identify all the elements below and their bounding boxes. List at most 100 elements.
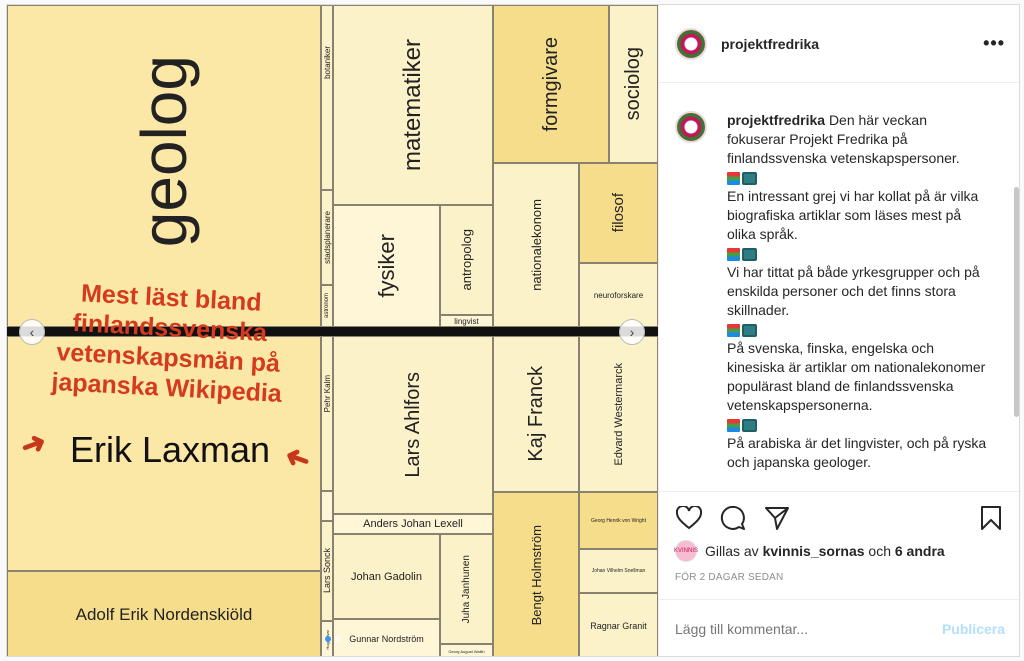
treemap-cell-lingvist: lingvist: [440, 315, 493, 327]
treemap-cell-lars-sonck: Lars Sonck: [321, 521, 333, 621]
action-bar: [659, 491, 1019, 543]
treemap-cell-kaj-franck: Kaj Franck: [493, 336, 579, 492]
comment-input[interactable]: [675, 621, 942, 637]
treemap-label: filosof: [610, 193, 627, 233]
treemap-label: Georg Henrik von Wright: [591, 517, 646, 524]
treemap-cell-granit: Ragnar Granit: [579, 593, 658, 656]
treemap-cell-gadolin: Johan Gadolin: [333, 534, 440, 619]
treemap-label: Kaj Franck: [524, 366, 547, 462]
treemap-cell-astronom: astronom: [321, 285, 333, 327]
treemap-label: fysiker: [373, 234, 399, 298]
avatar[interactable]: [675, 27, 707, 60]
treemap-label: Adolf Erik Nordenskiöld: [75, 604, 253, 624]
treemap-label: astronom: [324, 293, 330, 319]
treemap-label: Lars Sonck: [322, 548, 332, 594]
carousel-dots: [325, 636, 341, 642]
treemap-cell-fysiker: fysiker: [333, 205, 440, 327]
treemap-cell-filosof: filosof: [579, 163, 658, 263]
treemap-label: antropolog: [459, 229, 474, 291]
bookmark-icon: [981, 505, 1001, 530]
treemap-label: formgivare: [539, 36, 562, 132]
caption-text: projektfredrika Den här veckan fokuserar…: [727, 111, 987, 472]
treemap-cell-matematiker: matematiker: [333, 5, 493, 205]
treemap-cell-small: [321, 491, 333, 521]
caption-paragraph: På svenska, finska, engelska och kinesis…: [727, 340, 986, 413]
caption-paragraph: Vi har tittat på både yrkesgrupper och p…: [727, 264, 980, 318]
carousel-dot: [335, 636, 341, 642]
others-link[interactable]: 6 andra: [895, 543, 945, 559]
treemap-cell-snellman: Johan Vilhelm Snellman: [579, 549, 658, 593]
treemap-cell-holmstrom: Bengt Holmström: [493, 492, 579, 656]
treemap-cell-lars-ahlfors: Lars Ahlfors: [333, 336, 493, 514]
share-icon: [765, 506, 789, 530]
liker-avatar[interactable]: KVINNIS: [674, 540, 698, 562]
publish-button[interactable]: Publicera: [942, 621, 1005, 637]
caption-area[interactable]: projektfredrika Den här veckan fokuserar…: [659, 83, 1019, 491]
treemap-cell-sociolog: sociolog: [609, 5, 658, 163]
treemap-label: geolog: [128, 54, 200, 248]
books-emoji-icon: [727, 323, 757, 337]
treemap-cell-stadsplanerare: stadsplanerare: [321, 190, 333, 285]
treemap-label: stadsplanerare: [322, 211, 332, 264]
highlight-name: Erik Laxman: [69, 429, 271, 470]
caption-username[interactable]: projektfredrika: [727, 112, 825, 128]
post-sidebar: projektfredrika ••• projektfredrika Den …: [658, 5, 1019, 656]
post-image[interactable]: geolog Adolf Erik Nordenskiöld botaniker…: [7, 5, 658, 656]
save-button[interactable]: [977, 504, 1005, 532]
treemap-label: Bengt Holmström: [528, 524, 544, 626]
treemap-label: Juha Janhunen: [461, 554, 472, 624]
likes-summary: KVINNIS Gillas av kvinnis_sornas och 6 a…: [674, 540, 945, 562]
caption-paragraph: På arabiska är det lingvister, och på ry…: [727, 435, 987, 470]
treemap-label: neuroforskare: [593, 290, 644, 300]
books-emoji-icon: [727, 418, 757, 432]
treemap-label: Pehr Kalm: [322, 374, 332, 413]
next-image-button[interactable]: ›: [619, 319, 645, 345]
treemap-cell-janhunen: Juha Janhunen: [440, 534, 493, 644]
treemap-label: Anders Johan Lexell: [363, 518, 463, 530]
annotation-text: Mest läst bland finlandssvenska vetenska…: [50, 279, 283, 408]
treemap-label: Edvard Westermarck: [612, 362, 625, 466]
books-emoji-icon: [727, 171, 757, 185]
treemap-cell-neuroforskare: neuroforskare: [579, 263, 658, 327]
treemap-cell-nationalekonom: nationalekonom: [493, 163, 579, 327]
treemap-cell-von-wright: Georg Henrik von Wright: [579, 492, 658, 549]
treemap-label: Georg August Wallin: [448, 648, 485, 654]
liker-username[interactable]: kvinnis_sornas: [763, 543, 865, 559]
post-header: projektfredrika •••: [659, 5, 1019, 83]
treemap-cell-westermarck: Edvard Westermarck: [579, 336, 658, 492]
treemap-label: Ragnar Granit: [590, 620, 647, 631]
treemap-label: botaniker: [322, 46, 332, 79]
carousel-dot: [325, 636, 331, 642]
treemap-label: Gunnar Nordström: [349, 633, 424, 644]
caption-avatar[interactable]: [675, 111, 707, 143]
comment-button[interactable]: [719, 504, 747, 532]
share-button[interactable]: [763, 504, 791, 532]
treemap-cell-wallin: Georg August Wallin: [440, 644, 493, 656]
post-dialog: geolog Adolf Erik Nordenskiöld botaniker…: [6, 4, 1020, 657]
treemap-label: Johan Gadolin: [351, 570, 422, 583]
treemap-cell-lexell: Anders Johan Lexell: [333, 514, 493, 534]
treemap-cell-botaniker: botaniker: [321, 5, 333, 190]
heart-icon: [676, 505, 702, 529]
treemap-cell-pehr-kalm: Pehr Kalm: [321, 336, 333, 491]
prev-image-button[interactable]: ‹: [19, 319, 45, 345]
books-emoji-icon: [727, 247, 757, 261]
treemap-label: nationalekonom: [528, 199, 544, 291]
treemap-label: Lars Ahlfors: [401, 372, 424, 478]
treemap-cell-nordenskiold: Adolf Erik Nordenskiöld: [7, 571, 321, 656]
post-timestamp[interactable]: FÖR 2 DAGAR SEDAN: [675, 572, 783, 583]
username-link[interactable]: projektfredrika: [721, 36, 819, 52]
like-button[interactable]: [675, 504, 703, 532]
treemap-cell-formgivare: formgivare: [493, 5, 609, 163]
chevron-left-icon: ‹: [29, 324, 35, 340]
comment-icon: [720, 505, 745, 530]
add-comment-bar: Publicera: [659, 599, 1019, 656]
more-options-icon[interactable]: •••: [983, 33, 1005, 54]
treemap-cell-antropolog: antropolog: [440, 205, 493, 315]
treemap-label: Johan Vilhelm Snellman: [591, 568, 646, 574]
treemap-cell-nordstrom: Gunnar Nordström: [333, 619, 440, 656]
scrollbar[interactable]: [1014, 187, 1019, 417]
treemap-label: lingvist: [454, 316, 479, 326]
caption-paragraph: En intressant grej vi har kollat på är v…: [727, 188, 979, 242]
treemap-label: sociolog: [622, 47, 644, 121]
